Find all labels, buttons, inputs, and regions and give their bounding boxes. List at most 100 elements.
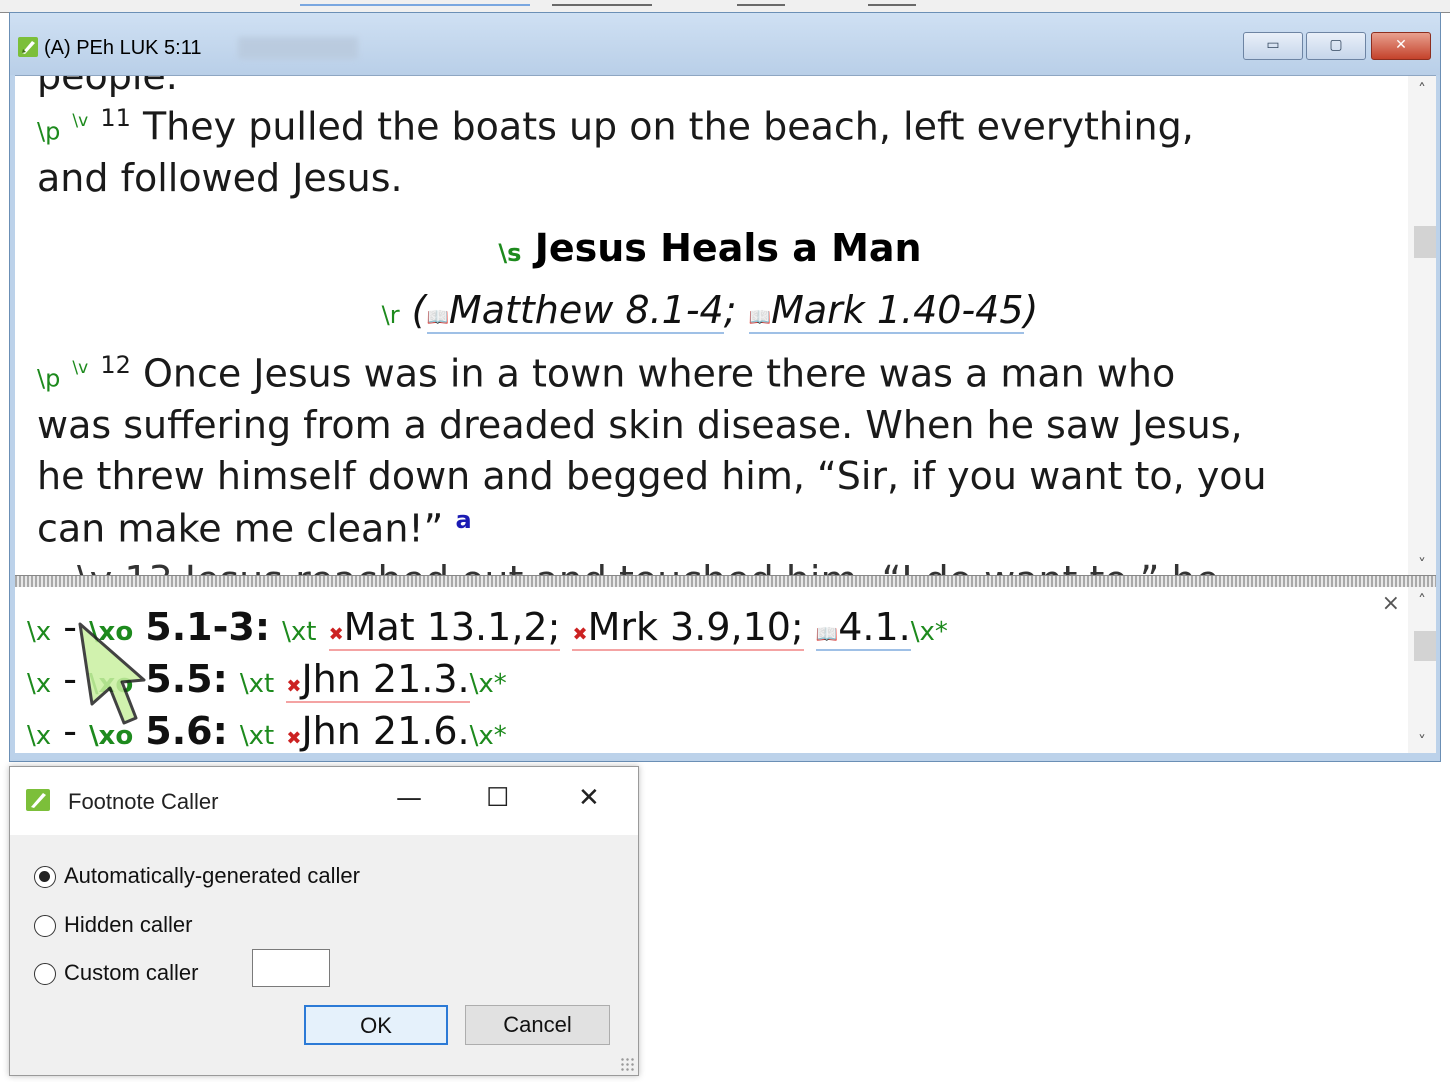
xref-link-text: Mat 13.1,2; (343, 605, 561, 649)
paragraph-verse-12-line2[interactable]: was suffering from a dreaded skin diseas… (37, 403, 1243, 447)
radio-label: Automatically-generated caller (64, 863, 360, 888)
xt-marker[interactable]: \xt (282, 617, 316, 647)
dialog-minimize-button[interactable]: — (396, 783, 422, 813)
radio-custom-caller[interactable]: Custom caller (34, 960, 198, 986)
xref-link-text: 4.1. (838, 605, 911, 649)
bg-fragment (300, 0, 530, 6)
arrow-cursor-icon (78, 622, 146, 725)
dialog-title-bar[interactable]: Footnote Caller — ☐ ✕ (10, 767, 638, 835)
bg-fragment (868, 0, 916, 6)
window-title: (A) PEh LUK 5:11 (44, 37, 202, 59)
radio-automatic-caller[interactable]: Automatically-generated caller (34, 863, 360, 889)
parallel-reference: \r (📖Matthew 8.1-4; 📖Mark 1.40-45) (15, 288, 1405, 334)
verse-text[interactable]: Once Jesus was in a town where there was… (143, 352, 1175, 396)
bg-fragment (737, 0, 785, 6)
section-marker[interactable]: \s (498, 239, 521, 267)
paragraph-marker[interactable]: \p (37, 365, 60, 393)
xt-marker[interactable]: \xt (240, 721, 274, 751)
xref-marker[interactable]: \x (27, 669, 51, 699)
radio-button-selected[interactable] (34, 866, 56, 889)
section-heading-text[interactable]: Jesus Heals a Man (535, 226, 922, 270)
broken-link-icon: ✖ (286, 728, 302, 749)
radio-label: Hidden caller (64, 912, 193, 937)
xref-link[interactable]: ✖Jhn 21.3. (286, 657, 470, 703)
paragraph-verse-11-line1: \p \v 11 They pulled the boats up on the… (37, 104, 1194, 149)
radio-label: Custom caller (64, 960, 199, 985)
paratext-app-icon (18, 37, 38, 57)
notes-close-icon[interactable]: × (1382, 591, 1400, 616)
paragraph-verse-12-line4: can make me clean!” a (37, 506, 472, 551)
scroll-down-icon[interactable]: ˅ (1408, 555, 1436, 574)
scroll-down-icon[interactable]: ˅ (1408, 732, 1436, 751)
cancel-button[interactable]: Cancel (465, 1005, 610, 1045)
verse-number: 12 (100, 351, 131, 379)
book-link-icon: 📖 (426, 307, 449, 328)
partial-bottom-text: \v 13 Jesus reached out and touched him.… (77, 558, 1219, 576)
xref-marker[interactable]: \x (27, 721, 51, 751)
ref-separator: ; (723, 288, 737, 332)
dialog-title: Footnote Caller (68, 789, 219, 814)
xref-link-text: Jhn 21.3. (301, 657, 470, 701)
xref-link[interactable]: ✖Jhn 21.6. (286, 709, 470, 753)
xref-link-text: Mrk 3.9,10; (587, 605, 804, 649)
editor-scrollbar[interactable]: ˄ ˅ (1408, 76, 1436, 576)
book-link-icon: 📖 (748, 307, 772, 328)
dialog-close-button[interactable]: ✕ (578, 783, 600, 813)
paragraph-verse-12-line3[interactable]: he threw himself down and begged him, “S… (37, 454, 1267, 498)
scroll-up-icon[interactable]: ˄ (1408, 591, 1436, 610)
blurred-title-suffix (238, 37, 358, 59)
xref-link[interactable]: 📖4.1. (815, 605, 911, 651)
xref-end-marker[interactable]: \x* (911, 617, 948, 647)
dialog-maximize-button[interactable]: ☐ (486, 783, 509, 813)
partial-top-line: people. (37, 75, 178, 98)
footnote-caller[interactable]: a (455, 506, 471, 534)
verse-number: 11 (100, 104, 131, 132)
book-link-icon: 📖 (815, 624, 839, 645)
maximize-button[interactable]: ▢ (1306, 32, 1366, 60)
radio-button[interactable] (34, 963, 56, 986)
xt-marker[interactable]: \xt (240, 669, 274, 699)
reference-link-matthew[interactable]: 📖Matthew 8.1-4 (426, 288, 724, 334)
radio-hidden-caller[interactable]: Hidden caller (34, 912, 192, 938)
notes-pane[interactable]: \x - \xo 5.1-3: \xt ✖Mat 13.1,2; ✖Mrk 3.… (15, 587, 1436, 753)
text-editor[interactable]: people. \p \v 11 They pulled the boats u… (15, 75, 1436, 576)
reference-link-mark[interactable]: 📖Mark 1.40-45 (748, 288, 1024, 334)
custom-caller-input[interactable] (252, 949, 330, 987)
scripture-window: (A) PEh LUK 5:11 ▭ ▢ ✕ people. \p \v 11 … (9, 12, 1441, 762)
broken-link-icon: ✖ (572, 624, 588, 645)
notes-scrollbar[interactable]: ˄ ˅ (1408, 587, 1436, 753)
scrollbar-thumb[interactable] (1414, 226, 1436, 258)
close-button[interactable]: ✕ (1371, 32, 1431, 60)
xref-end-marker[interactable]: \x* (470, 669, 507, 699)
reference-marker[interactable]: \r (382, 301, 400, 329)
broken-link-icon: ✖ (328, 624, 344, 645)
ref-close-paren: ) (1023, 288, 1039, 332)
bg-fragment (552, 0, 652, 6)
reference-link-text: Matthew 8.1-4 (448, 288, 724, 332)
partial-bottom-line: \v 13 Jesus reached out and touched him.… (37, 558, 1219, 576)
broken-link-icon: ✖ (286, 676, 302, 697)
paragraph-verse-11-line2[interactable]: and followed Jesus. (37, 156, 403, 200)
xref-link[interactable]: ✖Mrk 3.9,10; (572, 605, 804, 651)
resize-grip[interactable] (620, 1057, 634, 1071)
xref-link[interactable]: ✖Mat 13.1,2; (328, 605, 561, 651)
paragraph-marker[interactable]: \p (37, 118, 60, 146)
xref-link-text: Jhn 21.6. (301, 709, 470, 753)
section-heading: \s Jesus Heals a Man (15, 226, 1405, 270)
verse-marker[interactable]: \v (72, 358, 88, 378)
paragraph-verse-12-line1: \p \v 12 Once Jesus was in a town where … (37, 351, 1175, 396)
verse-text[interactable]: They pulled the boats up on the beach, l… (143, 105, 1194, 149)
reference-link-text: Mark 1.40-45 (771, 288, 1024, 332)
ok-button[interactable]: OK (304, 1005, 448, 1045)
radio-button[interactable] (34, 915, 56, 938)
scrollbar-thumb[interactable] (1414, 631, 1436, 661)
ref-open-paren: ( (411, 288, 427, 332)
verse-text[interactable]: can make me clean!” (37, 507, 443, 551)
xref-end-marker[interactable]: \x* (470, 721, 507, 751)
scroll-up-icon[interactable]: ˄ (1408, 80, 1436, 99)
verse-marker[interactable]: \v (72, 111, 88, 131)
minimize-button[interactable]: ▭ (1243, 32, 1303, 60)
window-title-bar[interactable]: (A) PEh LUK 5:11 ▭ ▢ ✕ (10, 13, 1440, 75)
xref-marker[interactable]: \x (27, 617, 51, 647)
footnote-caller-dialog: Footnote Caller — ☐ ✕ Automatically-gene… (9, 766, 639, 1076)
